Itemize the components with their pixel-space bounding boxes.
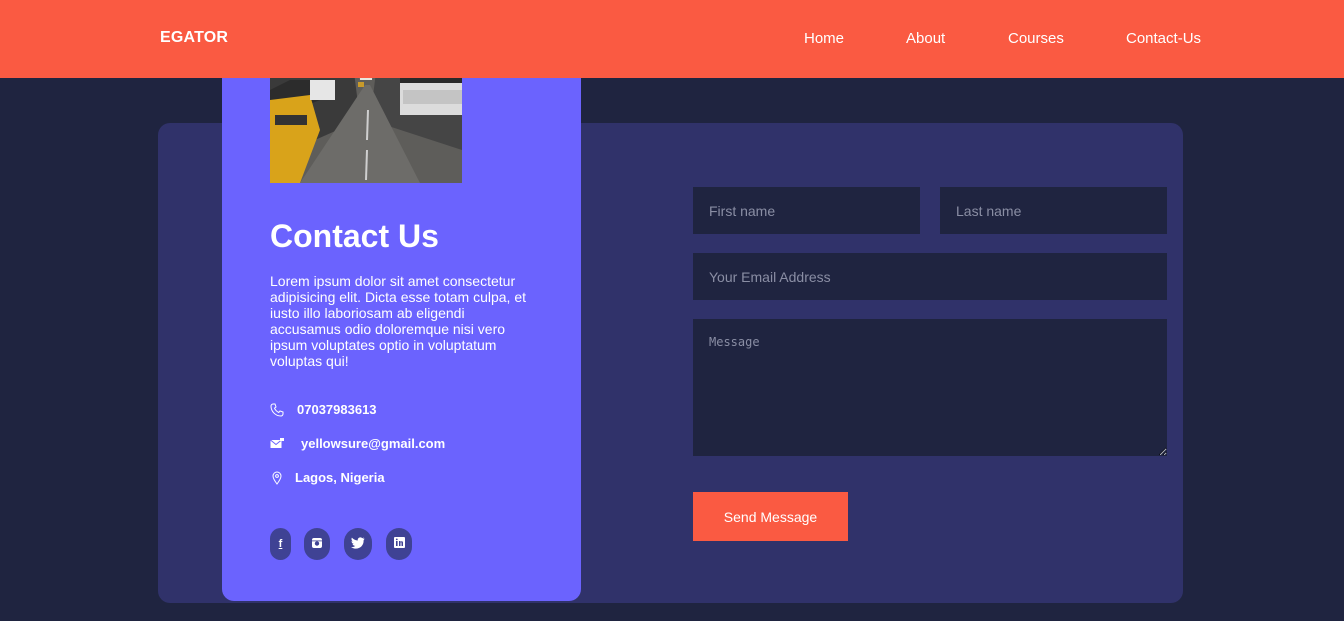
email-input[interactable]	[693, 253, 1167, 300]
contact-description: Lorem ipsum dolor sit amet consectetur a…	[270, 273, 527, 369]
contact-title: Contact Us	[270, 218, 439, 254]
location-text: Lagos, Nigeria	[295, 470, 385, 485]
nav-contact-us[interactable]: Contact-Us	[1126, 30, 1201, 47]
twitter-icon	[351, 536, 365, 552]
email-line: yellowsure@gmail.com	[270, 436, 445, 451]
phone-icon	[270, 403, 284, 417]
site-header: EGATOR Home About Courses Contact-Us	[0, 0, 1344, 78]
send-message-button[interactable]: Send Message	[693, 492, 848, 541]
location-pin-icon	[270, 471, 284, 485]
instagram-icon	[311, 537, 323, 552]
contact-info-panel: Contact Us Lorem ipsum dolor sit amet co…	[222, 40, 581, 601]
last-name-input[interactable]	[940, 187, 1167, 234]
linkedin-link[interactable]	[386, 528, 412, 560]
first-name-input[interactable]	[693, 187, 920, 234]
phone-number: 07037983613	[297, 402, 377, 417]
facebook-link[interactable]: f	[270, 528, 291, 560]
instagram-link[interactable]	[304, 528, 330, 560]
main-nav: Home About Courses Contact-Us	[0, 30, 1344, 50]
twitter-link[interactable]	[344, 528, 372, 560]
nav-courses[interactable]: Courses	[1008, 30, 1064, 47]
facebook-icon: f	[278, 538, 283, 550]
nav-home[interactable]: Home	[804, 30, 844, 47]
nav-about[interactable]: About	[906, 30, 945, 47]
location-line: Lagos, Nigeria	[270, 470, 385, 485]
email-address: yellowsure@gmail.com	[301, 436, 446, 451]
mail-icon	[270, 437, 284, 451]
message-textarea[interactable]	[693, 319, 1167, 456]
linkedin-icon	[393, 537, 405, 551]
phone-line: 07037983613	[270, 402, 377, 417]
